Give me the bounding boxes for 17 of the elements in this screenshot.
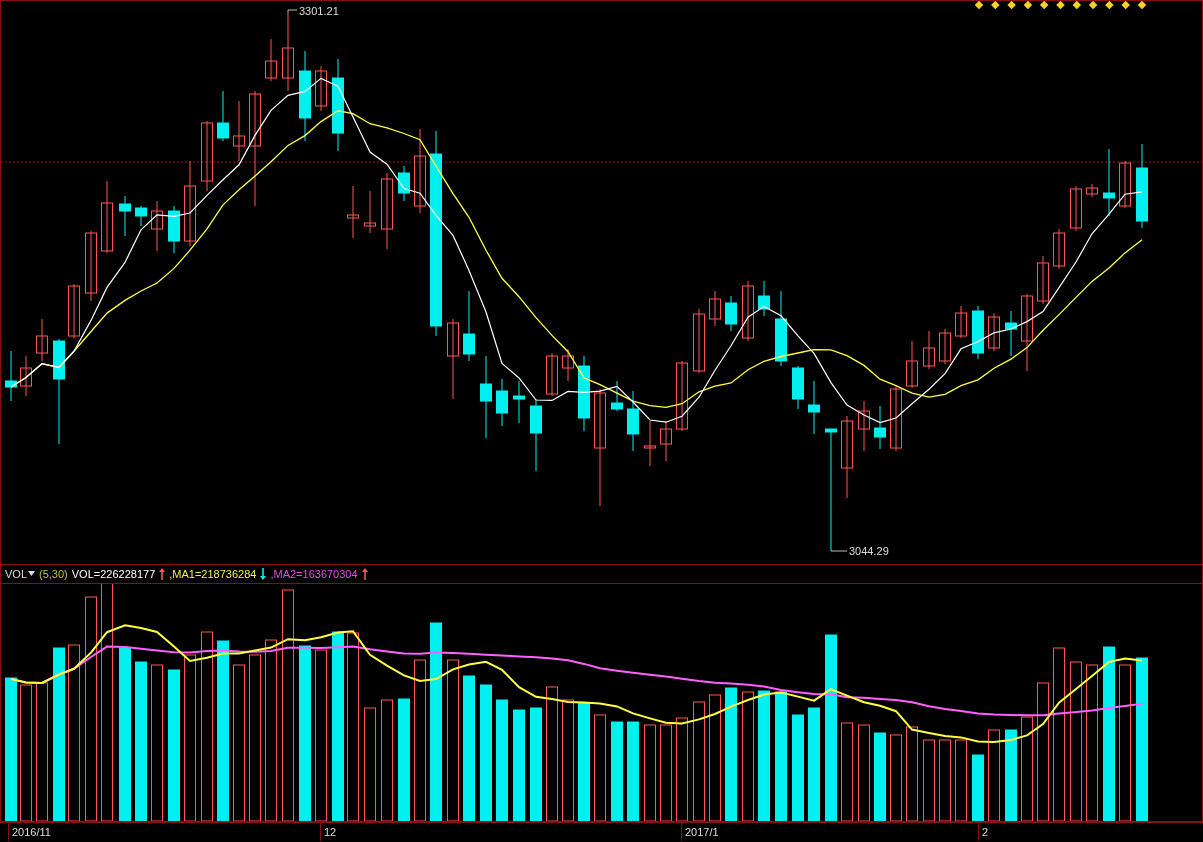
indicator-params: (5,30): [39, 567, 68, 580]
up-arrow-icon: [361, 567, 368, 580]
leader-line: [287, 9, 298, 14]
date-axis-label: 2: [978, 822, 989, 841]
indicator-value: ,MA2=163670304: [270, 567, 358, 580]
low-price-label: 3044.29: [849, 545, 889, 557]
down-arrow-icon: [260, 567, 267, 580]
date-axis-label: 2016/11: [8, 822, 51, 841]
date-axis-label: 12: [320, 822, 337, 841]
up-arrow-icon: [159, 567, 166, 580]
high-price-label: 3301.21: [299, 5, 339, 17]
leader-line: [830, 550, 848, 552]
indicator-selector[interactable]: VOL: [5, 567, 27, 580]
dropdown-caret-icon[interactable]: [28, 571, 35, 577]
indicator-value: ,MA1=218736284: [169, 567, 257, 580]
indicator-value: VOL=226228177: [71, 567, 156, 580]
date-axis-label: 2017/1: [681, 822, 719, 841]
